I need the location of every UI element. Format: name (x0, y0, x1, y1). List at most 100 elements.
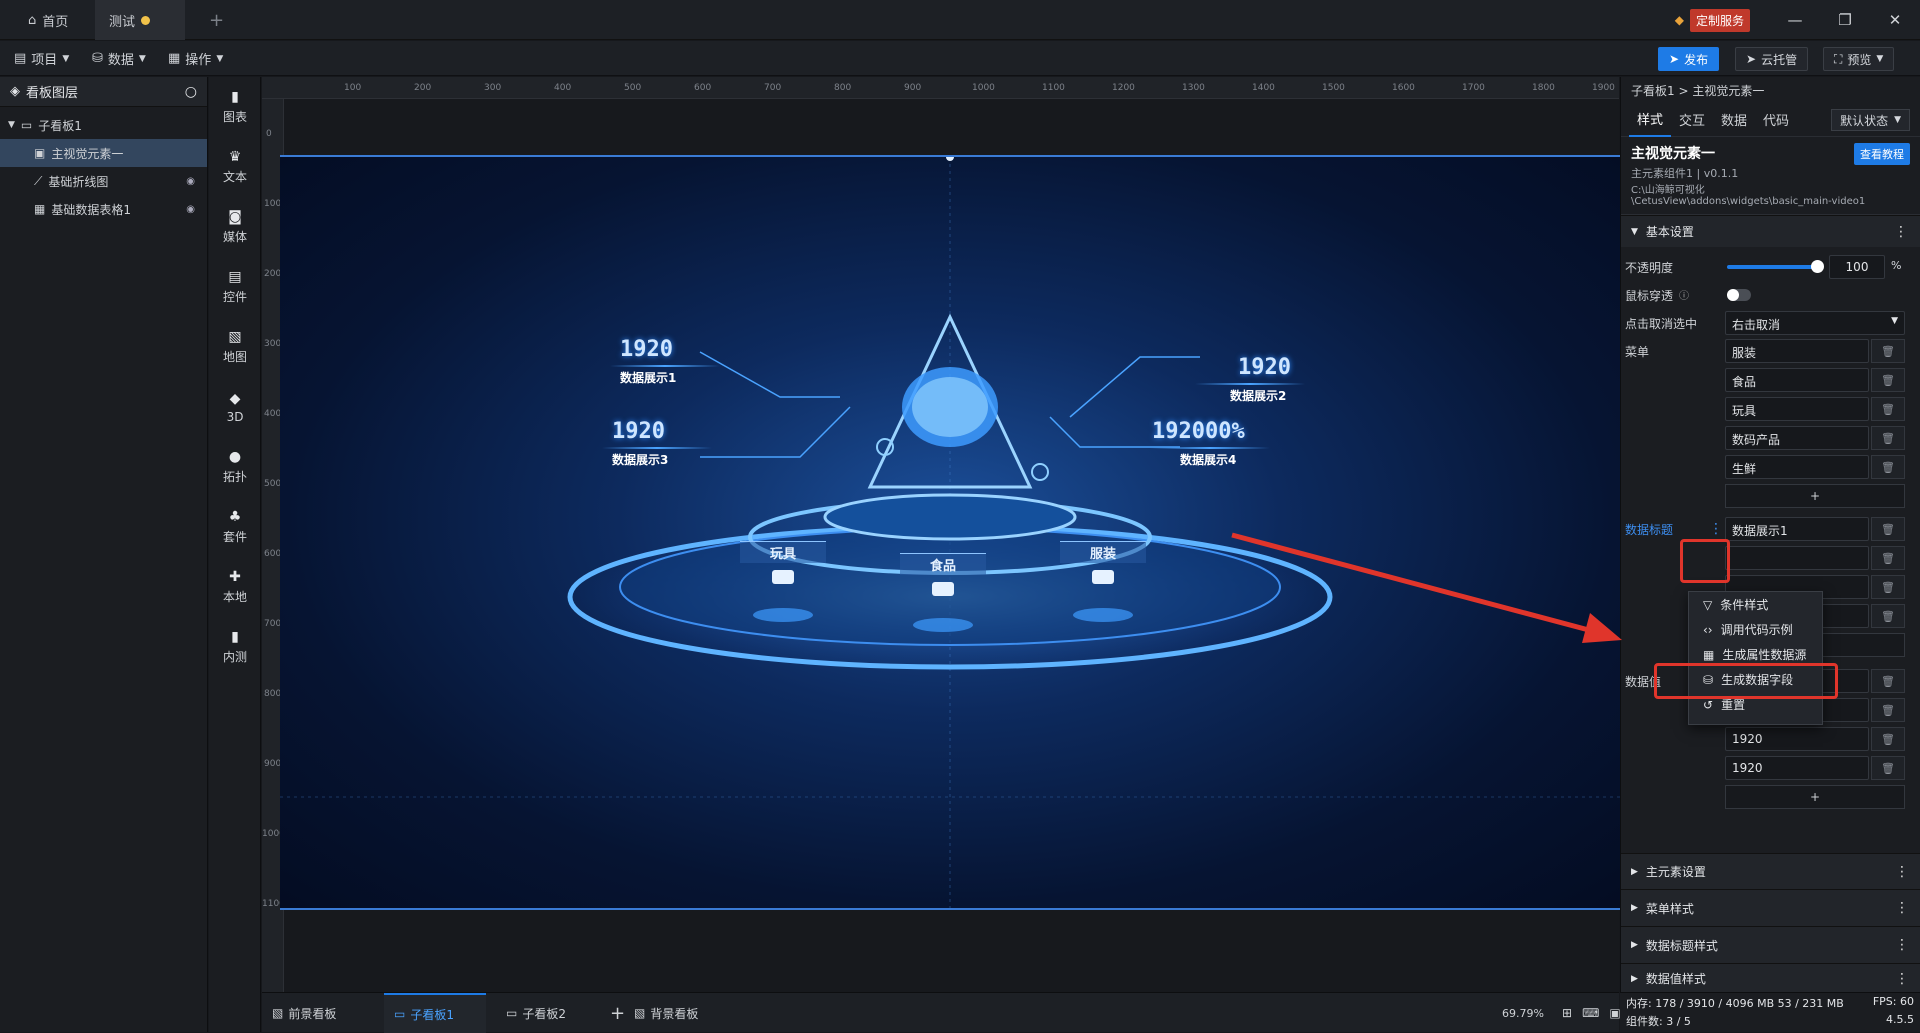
tab-home[interactable]: ⌂ 首页 (14, 0, 82, 40)
trash-icon[interactable]: 🗑 (1871, 756, 1905, 780)
data-value-input[interactable]: 1920 (1725, 756, 1869, 780)
trash-icon[interactable]: 🗑 (1871, 698, 1905, 722)
tab-sub-board-1[interactable]: ▭ 子看板1 (384, 993, 486, 1033)
help-icon[interactable]: ⓘ (1679, 287, 1689, 302)
cloud-hosting-button[interactable]: ➤ 云托管 (1735, 47, 1809, 71)
more-vertical-icon[interactable]: ⋮ (1895, 971, 1909, 987)
menu-data-label: 数据 (107, 53, 134, 68)
tutorial-button[interactable]: 查看教程 (1854, 143, 1910, 165)
section-data-title-style[interactable]: ▶ 数据标题样式 ⋮ (1621, 926, 1920, 963)
component-icon: ▣ (34, 146, 46, 160)
more-vertical-icon[interactable]: ⋮ (1894, 224, 1908, 240)
data-value-input[interactable]: 1920 (1725, 727, 1869, 751)
mouse-through-row: 鼠标穿透 ⓘ (1621, 281, 1920, 309)
menu-project[interactable]: ▤ 项目 ▼ (14, 49, 69, 68)
data-title-input[interactable]: 数据展示1 (1725, 517, 1869, 541)
layer-item[interactable]: ▦ 基础数据表格1 ◉ (0, 195, 207, 223)
tool-local[interactable]: ✚ 本地 (209, 557, 261, 617)
tab-code[interactable]: 代码 (1755, 103, 1797, 137)
tab-interaction[interactable]: 交互 (1671, 103, 1713, 137)
add-menu-item-button[interactable]: + (1725, 484, 1905, 508)
trash-icon[interactable]: 🗑 (1871, 455, 1905, 479)
layer-item[interactable]: ⟋ 基础折线图 ◉ (0, 167, 207, 195)
menu-item-code-example[interactable]: ‹› 调用代码示例 (1689, 617, 1822, 642)
more-vertical-icon[interactable]: ⋮ (1895, 937, 1909, 953)
tool-map[interactable]: ▧ 地图 (209, 317, 261, 377)
tool-media[interactable]: ◙ 媒体 (209, 197, 261, 257)
tab-background-board[interactable]: ▧ 背景看板 (624, 993, 726, 1033)
tab-foreground-board[interactable]: ▧ 前景看板 (262, 993, 364, 1033)
eye-hidden-icon[interactable]: ◉ (186, 204, 195, 215)
fullscreen-icon: ⛶ (1834, 51, 1843, 66)
tab-data[interactable]: 数据 (1713, 103, 1755, 137)
more-vertical-icon[interactable]: ⋮ (1895, 900, 1909, 916)
trash-icon[interactable]: 🗑 (1871, 604, 1905, 628)
tool-beta[interactable]: ▮ 内测 (209, 617, 261, 677)
ruler-tick: 600 (694, 83, 712, 93)
trash-icon[interactable]: 🗑 (1871, 546, 1905, 570)
trash-icon[interactable]: 🗑 (1871, 575, 1905, 599)
component-count: 组件数: 3 / 5 (1626, 1015, 1691, 1028)
trash-icon[interactable]: 🗑 (1871, 368, 1905, 392)
section-menu-style[interactable]: ▶ 菜单样式 ⋮ (1621, 889, 1920, 926)
data-title-input[interactable] (1725, 546, 1869, 570)
layer-item[interactable]: ▣ 主视觉元素一 (0, 139, 207, 167)
menu-item-input[interactable]: 数码产品 (1725, 426, 1869, 450)
more-vertical-icon[interactable]: ⋮ (1895, 864, 1909, 880)
data-underline (610, 365, 720, 367)
section-main-element[interactable]: ▶ 主元素设置 ⋮ (1621, 853, 1920, 889)
tab-sub-board-2[interactable]: ▭ 子看板2 (496, 993, 598, 1033)
publish-button[interactable]: ➤ 发布 (1658, 47, 1720, 71)
trash-icon[interactable]: 🗑 (1871, 339, 1905, 363)
status-line-1: 内存: 178 / 3910 / 4096 MB 53 / 231 MB FPS… (1626, 995, 1914, 1011)
state-select[interactable]: 默认状态 ▼ (1831, 109, 1910, 131)
ruler-tick: 900 (904, 83, 922, 93)
opacity-slider[interactable] (1727, 265, 1815, 269)
trash-icon[interactable]: 🗑 (1871, 669, 1905, 693)
tool-control[interactable]: ▤ 控件 (209, 257, 261, 317)
fit-screen-icon[interactable]: ⊞ (1562, 1006, 1572, 1020)
trash-icon[interactable]: 🗑 (1871, 517, 1905, 541)
section-basic-settings[interactable]: ▼ 基本设置 ⋮ (1621, 215, 1920, 247)
trash-icon[interactable]: 🗑 (1871, 397, 1905, 421)
menu-item-input[interactable]: 生鲜 (1725, 455, 1869, 479)
more-vertical-icon[interactable]: ⋮ (1709, 521, 1723, 537)
search-icon[interactable]: ○ (185, 84, 197, 100)
tab-test-label: 测试 (109, 14, 136, 30)
opacity-input[interactable]: 100 (1829, 255, 1885, 279)
data-value-1: 1920 (620, 337, 673, 362)
menu-operation[interactable]: ▦ 操作 ▼ (168, 49, 223, 68)
menu-item-input[interactable]: 玩具 (1725, 397, 1869, 421)
close-button[interactable]: ✕ (1870, 0, 1920, 40)
tool-topology[interactable]: ● 拓扑 (209, 437, 261, 497)
slider-handle[interactable] (1811, 260, 1824, 273)
tool-text[interactable]: ♛ 文本 (209, 137, 261, 197)
opacity-unit: % (1891, 259, 1902, 272)
maximize-button[interactable]: ❐ (1820, 0, 1870, 40)
trash-icon[interactable]: 🗑 (1871, 426, 1905, 450)
section-data-value-style[interactable]: ▶ 数据值样式 ⋮ (1621, 963, 1920, 993)
memory-status: 内存: 178 / 3910 / 4096 MB 53 / 231 MB (1626, 997, 1844, 1010)
menu-data[interactable]: ⛁ 数据 ▼ (92, 49, 146, 68)
add-data-value-button[interactable]: + (1725, 785, 1905, 809)
menu-item-conditional-style[interactable]: ▽ 条件样式 (1689, 592, 1822, 617)
tool-label: 文本 (222, 170, 247, 184)
layer-root[interactable]: ▼ ▭ 子看板1 (0, 111, 207, 139)
click-cancel-select[interactable]: 右击取消 ▼ (1725, 311, 1905, 335)
tool-3d[interactable]: ◆ 3D (209, 377, 261, 437)
tab-test[interactable]: 测试 (95, 0, 185, 40)
eye-hidden-icon[interactable]: ◉ (186, 176, 195, 187)
trash-icon[interactable]: 🗑 (1871, 727, 1905, 751)
preview-button[interactable]: ⛶ 预览 ▼ (1823, 47, 1895, 71)
tool-kit[interactable]: ♣ 套件 (209, 497, 261, 557)
caret-right-icon: ▶ (1631, 903, 1638, 913)
tool-chart[interactable]: ▮ 图表 (209, 77, 261, 137)
menu-item-input[interactable]: 服装 (1725, 339, 1869, 363)
new-tab-button[interactable]: + (195, 0, 238, 40)
menu-item-input[interactable]: 食品 (1725, 368, 1869, 392)
keyboard-icon[interactable]: ⌨ (1582, 1006, 1599, 1020)
custom-service-button[interactable]: ◆ 定制服务 (1675, 8, 1750, 32)
tab-style[interactable]: 样式 (1629, 103, 1672, 137)
monitor-icon: ▭ (20, 118, 33, 132)
minimize-button[interactable]: — (1770, 0, 1820, 40)
